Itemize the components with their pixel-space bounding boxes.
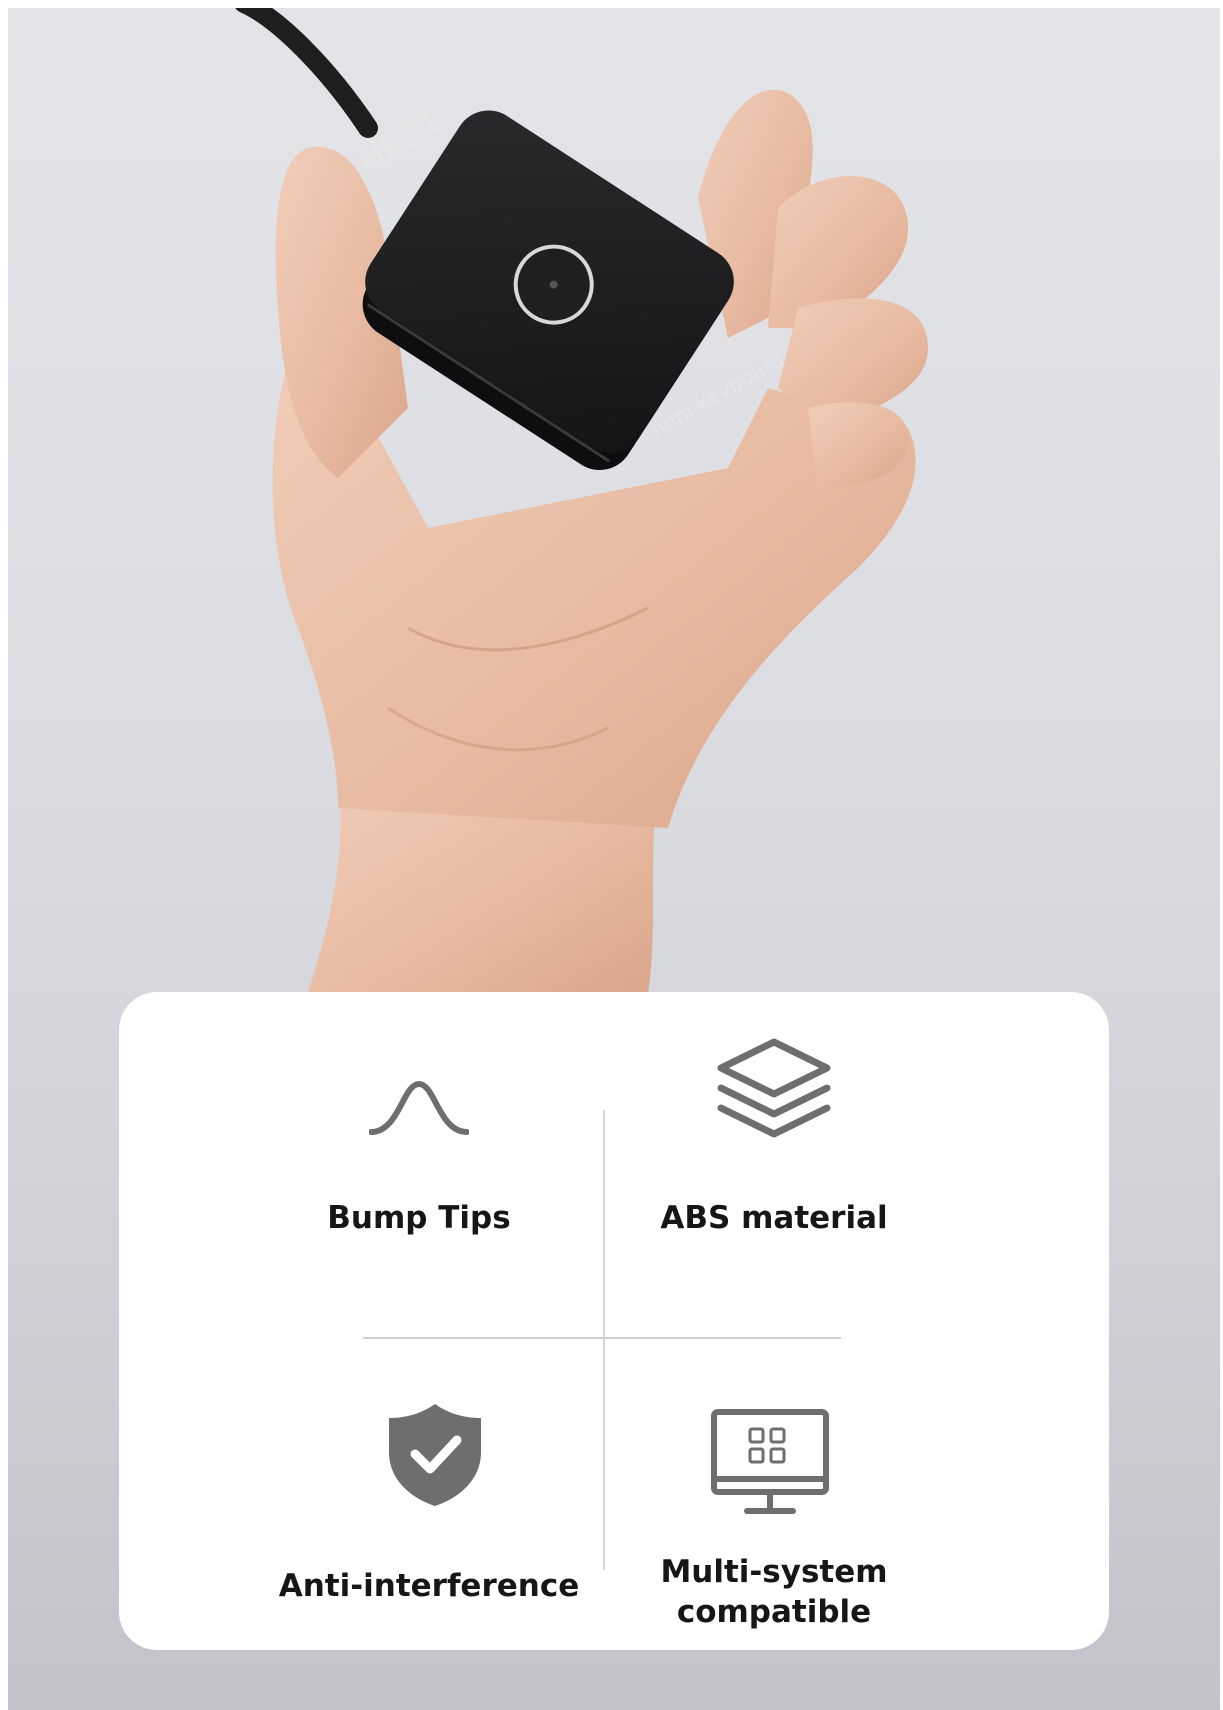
layers-icon <box>717 1038 831 1138</box>
features-card: Bump Tips ABS material Anti-interference… <box>119 992 1109 1650</box>
feature-label-abs-material: ABS material <box>660 1200 888 1236</box>
feature-label-multi-system: Multi-system compatible <box>660 1554 888 1630</box>
product-image-frame: HK31 mini keyboard Bump Tips ABS materia… <box>8 8 1220 1710</box>
feature-label-bump-tips: Bump Tips <box>327 1200 511 1236</box>
feature-label-anti-interference: Anti-interference <box>278 1568 580 1604</box>
shield-check-icon <box>389 1404 481 1506</box>
vertical-divider <box>603 1110 605 1570</box>
usb-cable <box>235 8 378 138</box>
horizontal-divider <box>363 1337 841 1339</box>
bell-curve-icon <box>369 1080 469 1135</box>
monitor-icon <box>711 1409 829 1514</box>
